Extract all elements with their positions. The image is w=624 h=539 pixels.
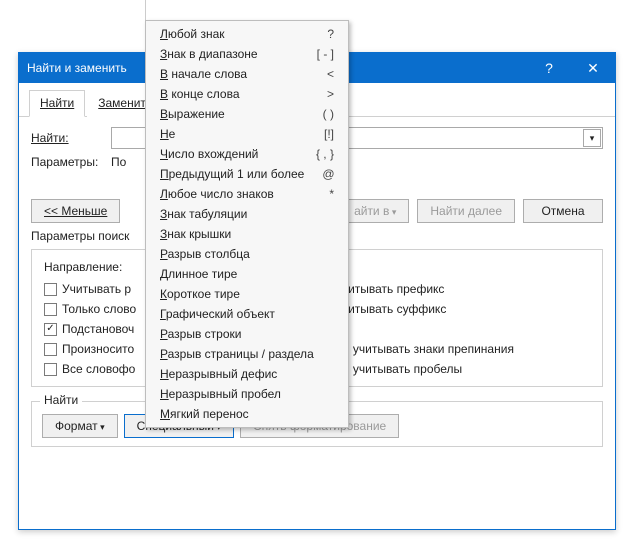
menu-item-2[interactable]: В начале слова < [146, 64, 348, 84]
menu-item-10[interactable]: Знак крышки [146, 224, 348, 244]
menu-item-9[interactable]: Знак табуляции [146, 204, 348, 224]
menu-item-label: Длинное тире [160, 267, 334, 281]
menu-item-label: Предыдущий 1 или более [160, 167, 304, 181]
menu-item-18[interactable]: Неразрывный пробел [146, 384, 348, 404]
menu-item-label: Знак в диапазоне [160, 47, 299, 61]
menu-item-label: Графический объект [160, 307, 334, 321]
menu-item-shortcut: < [327, 67, 334, 81]
menu-item-label: Любое число знаков [160, 187, 311, 201]
menu-item-3[interactable]: В конце слова > [146, 84, 348, 104]
menu-item-12[interactable]: Длинное тире [146, 264, 348, 284]
check-whole-word[interactable]: Только слово [44, 302, 136, 316]
menu-item-label: Короткое тире [160, 287, 334, 301]
menu-item-8[interactable]: Любое число знаков * [146, 184, 348, 204]
menu-item-17[interactable]: Неразрывный дефис [146, 364, 348, 384]
menu-item-label: Мягкий перенос [160, 407, 334, 421]
menu-item-shortcut: ? [327, 27, 334, 41]
find-dropdown-icon[interactable]: ▾ [583, 129, 601, 147]
menu-item-1[interactable]: Знак в диапазоне [ - ] [146, 44, 348, 64]
menu-item-label: В начале слова [160, 67, 309, 81]
menu-item-label: Разрыв строки [160, 327, 334, 341]
menu-item-label: Не [160, 127, 306, 141]
menu-item-label: Неразрывный дефис [160, 367, 334, 381]
menu-item-15[interactable]: Разрыв строки [146, 324, 348, 344]
check-wildcards[interactable]: Подстановоч [44, 322, 136, 336]
menu-item-label: Неразрывный пробел [160, 387, 334, 401]
menu-item-label: Число вхождений [160, 147, 298, 161]
special-menu: Любой знак? Знак в диапазоне [ - ] В начале… [145, 20, 349, 428]
menu-item-19[interactable]: Мягкий перенос [146, 404, 348, 424]
menu-item-7[interactable]: Предыдущий 1 или более @ [146, 164, 348, 184]
menu-item-label: Знак табуляции [160, 207, 334, 221]
menu-item-13[interactable]: Короткое тире [146, 284, 348, 304]
menu-item-0[interactable]: Любой знак? [146, 24, 348, 44]
check-case[interactable]: Учитывать р [44, 282, 136, 296]
menu-item-14[interactable]: Графический объект [146, 304, 348, 324]
menu-item-shortcut: ( ) [323, 107, 334, 121]
menu-item-6[interactable]: Число вхождений { , } [146, 144, 348, 164]
find-in-button[interactable]: айти в [341, 199, 409, 223]
params-value: По [111, 155, 126, 169]
menu-item-label: В конце слова [160, 87, 309, 101]
menu-item-shortcut: [ - ] [317, 47, 334, 61]
format-button[interactable]: Формат [42, 414, 118, 438]
menu-item-shortcut: @ [322, 167, 334, 181]
menu-item-label: Выражение [160, 107, 305, 121]
help-button[interactable]: ? [527, 53, 571, 83]
params-label: Параметры: [31, 155, 103, 169]
menu-item-label: Разрыв столбца [160, 247, 334, 261]
menu-item-11[interactable]: Разрыв столбца [146, 244, 348, 264]
check-sounds-like[interactable]: Произносито [44, 342, 136, 356]
menu-item-shortcut: > [327, 87, 334, 101]
menu-item-shortcut: { , } [316, 147, 334, 161]
menu-item-shortcut: [!] [324, 127, 334, 141]
menu-item-5[interactable]: Не [!] [146, 124, 348, 144]
cancel-button[interactable]: Отмена [523, 199, 603, 223]
menu-item-label: Любой знак [160, 27, 309, 41]
find-label: Найти: [31, 131, 103, 145]
tab-find-label: Найти [40, 96, 74, 110]
find-group-legend: Найти [40, 393, 82, 407]
tab-find[interactable]: Найти [29, 90, 85, 117]
check-word-forms[interactable]: Все словофо [44, 362, 136, 376]
menu-item-shortcut: * [329, 187, 334, 201]
less-button[interactable]: << Меньше [31, 199, 120, 223]
find-next-button[interactable]: Найти далее [417, 199, 515, 223]
menu-item-label: Знак крышки [160, 227, 334, 241]
menu-item-16[interactable]: Разрыв страницы / раздела [146, 344, 348, 364]
close-button[interactable]: ✕ [571, 53, 615, 83]
menu-item-label: Разрыв страницы / раздела [160, 347, 334, 361]
menu-item-4[interactable]: Выражение ( ) [146, 104, 348, 124]
